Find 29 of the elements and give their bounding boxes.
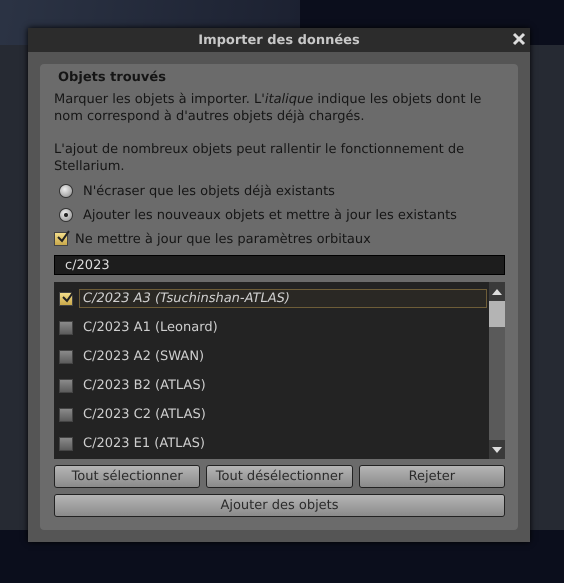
action-button[interactable]: Tout sélectionner xyxy=(54,465,200,488)
section-title: Objets trouvés xyxy=(58,70,167,85)
scroll-down-icon[interactable] xyxy=(492,446,502,452)
object-list-item[interactable]: C/2023 A3 (Tsuchinshan-ATLAS) xyxy=(79,289,487,308)
filter-field[interactable]: c/2023 xyxy=(54,255,505,275)
radio-button[interactable] xyxy=(59,208,73,222)
add-objects-button[interactable]: Ajouter des objets xyxy=(54,494,505,517)
action-button[interactable]: Rejeter xyxy=(358,465,505,488)
checkbox[interactable] xyxy=(59,378,73,392)
radio-button[interactable] xyxy=(59,184,73,198)
window-title: Importer des données xyxy=(198,32,360,48)
warning-text: L'ajout de nombreux objets peut rallentir le fonctionnement de Stellarium. xyxy=(54,141,466,175)
intro-text: Marquer les objets à importer. L'italique indique les objets dont le nom correspond à d'autres objets déjà chargés. xyxy=(54,91,482,125)
checkbox[interactable] xyxy=(54,232,68,246)
checkbox[interactable] xyxy=(59,292,73,306)
scrollbar[interactable] xyxy=(489,282,505,459)
checkbox[interactable] xyxy=(59,436,73,450)
action-button[interactable]: Tout désélectionner xyxy=(206,465,353,488)
object-list-item[interactable]: C/2023 A1 (Leonard) xyxy=(79,318,487,337)
scroll-up-icon[interactable] xyxy=(492,288,502,294)
object-list-item[interactable]: C/2023 E1 (ATLAS) xyxy=(79,434,487,453)
object-list-item[interactable]: C/2023 A2 (SWAN) xyxy=(79,347,487,366)
checkbox[interactable] xyxy=(59,320,73,334)
object-list-item[interactable]: C/2023 B2 (ATLAS) xyxy=(79,376,487,395)
object-list-item[interactable]: C/2023 C2 (ATLAS) xyxy=(79,405,487,424)
close-icon[interactable] xyxy=(512,32,526,46)
checkbox[interactable] xyxy=(59,350,73,364)
checkbox[interactable] xyxy=(59,408,73,422)
scrollbar-thumb[interactable] xyxy=(489,301,505,327)
